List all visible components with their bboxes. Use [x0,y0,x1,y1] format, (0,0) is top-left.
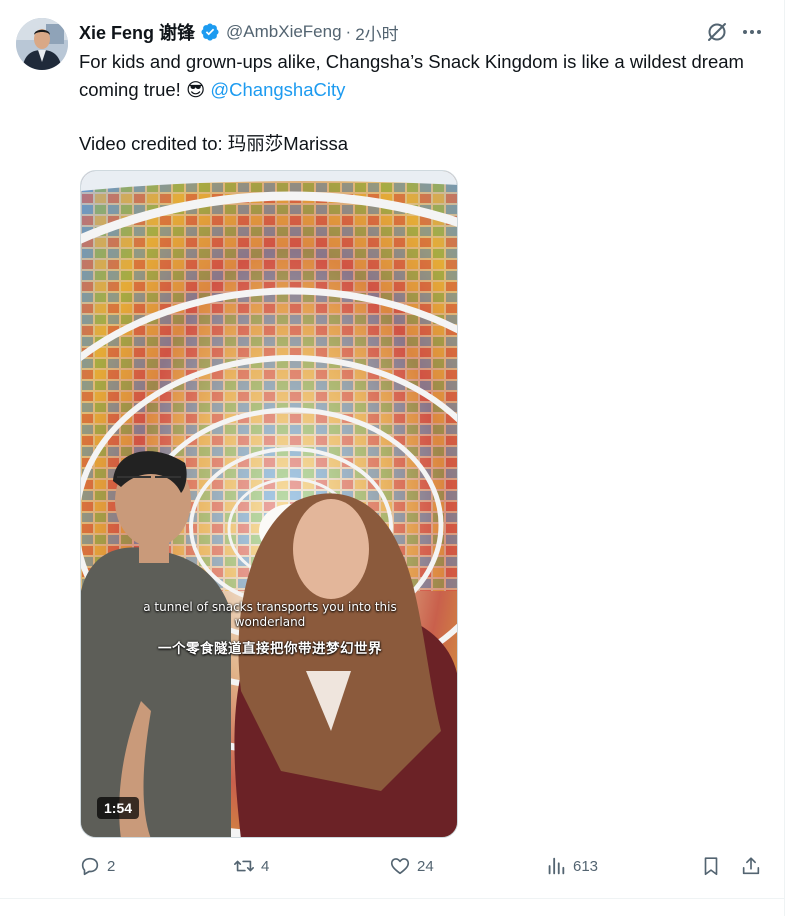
reply-icon [81,857,99,876]
views-icon [548,857,565,875]
like-button[interactable]: 24 [389,855,434,877]
views-button[interactable]: 613 [545,855,598,877]
video-caption-en: a tunnel of snacks transports you into t… [143,600,397,629]
tweet-time[interactable]: 2小时 [355,20,398,45]
separator: · [345,22,352,41]
view-count: 613 [573,857,599,875]
repost-count: 4 [261,857,270,875]
grok-icon[interactable] [705,20,729,44]
like-count: 24 [417,857,434,875]
mention-link[interactable]: @ChangshaCity [210,79,345,100]
tweet-header: Xie Feng 谢锋 @AmbXieFeng · 2小时 [79,18,399,46]
author-name[interactable]: Xie Feng 谢锋 [79,19,195,45]
bookmark-icon [704,857,718,876]
video-frame [81,171,457,837]
share-button[interactable] [740,855,762,877]
video-duration: 1:54 [97,797,140,819]
verified-badge-icon [200,22,220,42]
emoji: 😎 [185,79,206,100]
timeline-border [784,0,785,916]
tweet-body: For kids and grown-ups alike, Changsha’s… [79,51,744,100]
share-icon [742,857,760,875]
like-icon [390,858,410,875]
tweet-text: For kids and grown-ups alike, Changsha’s… [79,48,759,158]
video-caption-zh: 一个零食隧道直接把你带进梦幻世界 [158,641,382,657]
more-icon[interactable] [740,20,764,44]
tweet-divider [0,898,785,899]
video-credit: Video credited to: 玛丽莎Marissa [79,133,349,154]
repost-icon [234,860,254,872]
bookmark-button[interactable] [700,855,722,877]
video-player[interactable]: a tunnel of snacks transports you into t… [80,170,458,838]
reply-button[interactable]: 2 [79,855,115,877]
reply-count: 2 [107,857,116,875]
author-handle[interactable]: @AmbXieFeng [226,22,342,42]
avatar[interactable] [16,18,68,70]
action-bar: 2 4 24 613 [79,855,769,885]
repost-button[interactable]: 4 [233,855,269,877]
